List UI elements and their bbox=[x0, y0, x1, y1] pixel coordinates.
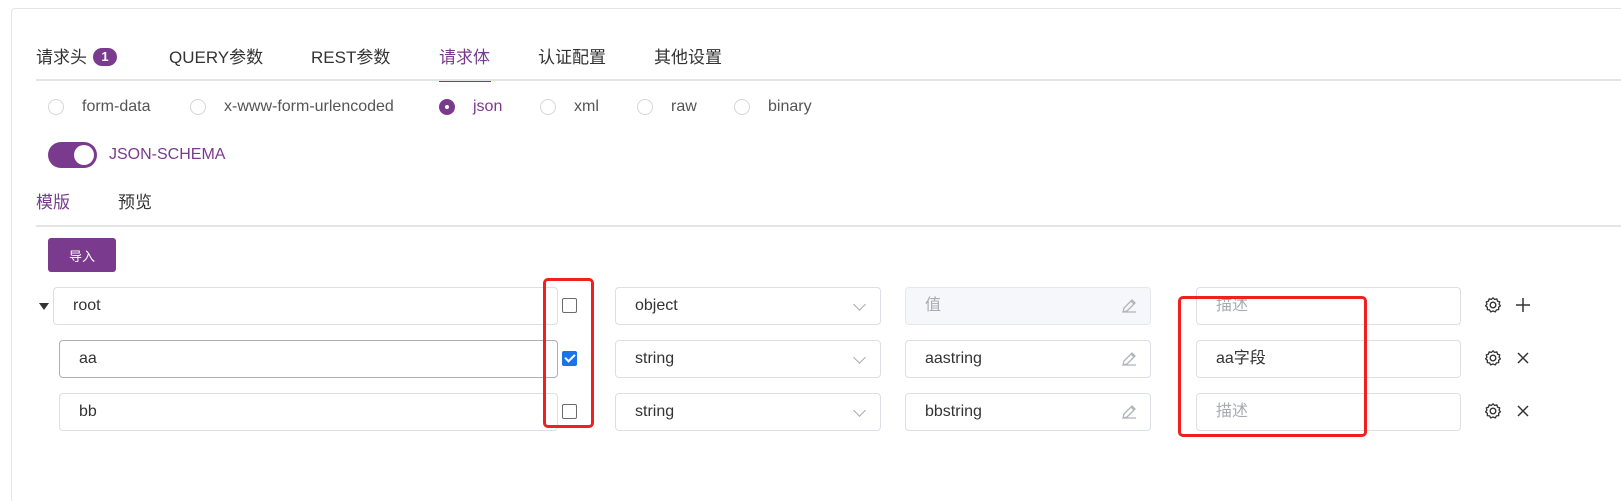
tab-rest-params[interactable]: REST参数 bbox=[311, 40, 439, 80]
edit-pencil-icon[interactable] bbox=[1120, 297, 1138, 315]
gear-icon[interactable] bbox=[1484, 402, 1502, 420]
required-checkbox[interactable] bbox=[562, 351, 577, 366]
gear-icon[interactable] bbox=[1484, 349, 1502, 367]
subtabs-divider bbox=[36, 225, 1621, 227]
chevron-down-icon bbox=[853, 298, 866, 311]
tab-auth-config[interactable]: 认证配置 bbox=[538, 40, 654, 80]
radio-circle bbox=[48, 99, 64, 115]
radio-circle bbox=[540, 99, 556, 115]
radio-json[interactable]: json bbox=[439, 98, 540, 116]
switch-knob bbox=[74, 145, 94, 165]
field-name-input[interactable]: bb bbox=[59, 393, 558, 431]
radio-circle bbox=[190, 99, 206, 115]
gear-icon[interactable] bbox=[1484, 296, 1502, 314]
radio-x-www-form-urlencoded[interactable]: x-www-form-urlencoded bbox=[190, 98, 439, 116]
tab-other-settings[interactable]: 其他设置 bbox=[654, 40, 734, 80]
required-checkbox[interactable] bbox=[562, 298, 577, 313]
field-name-input[interactable]: root bbox=[53, 287, 558, 325]
schema-row-bb: bb string bbstring 描述 bbox=[0, 393, 1621, 431]
schema-subtabs: 模版 预览 bbox=[36, 190, 152, 216]
chevron-down-icon bbox=[853, 351, 866, 364]
edit-pencil-icon[interactable] bbox=[1120, 350, 1138, 368]
import-button[interactable]: 导入 bbox=[48, 238, 116, 272]
description-input[interactable]: aa字段 bbox=[1196, 340, 1461, 378]
tab-headers[interactable]: 请求头 1 bbox=[36, 40, 169, 80]
description-input[interactable]: 描述 bbox=[1196, 287, 1461, 325]
tab-preview[interactable]: 预览 bbox=[118, 190, 152, 216]
required-checkbox[interactable] bbox=[562, 404, 577, 419]
tab-request-body[interactable]: 请求体 bbox=[439, 40, 491, 82]
radio-raw[interactable]: raw bbox=[637, 98, 734, 116]
radio-circle bbox=[734, 99, 750, 115]
json-schema-toggle-group: JSON-SCHEMA bbox=[48, 142, 225, 168]
request-tabs: 请求头 1 QUERY参数 REST参数 请求体 认证配置 其他设置 bbox=[36, 40, 734, 82]
body-type-radio-group: form-data x-www-form-urlencoded json xml… bbox=[48, 96, 824, 118]
schema-row-root: root object 值 描述 bbox=[0, 287, 1621, 325]
field-name-input[interactable]: aa bbox=[59, 340, 558, 378]
json-schema-switch[interactable] bbox=[48, 142, 97, 168]
tab-query-params[interactable]: QUERY参数 bbox=[169, 40, 311, 80]
value-input[interactable]: 值 bbox=[905, 287, 1151, 325]
schema-row-aa: aa string aastring aa字段 bbox=[0, 340, 1621, 378]
radio-circle bbox=[637, 99, 653, 115]
description-input[interactable]: 描述 bbox=[1196, 393, 1461, 431]
radio-binary[interactable]: binary bbox=[734, 98, 824, 116]
tab-template[interactable]: 模版 bbox=[36, 190, 118, 216]
radio-xml[interactable]: xml bbox=[540, 98, 637, 116]
radio-form-data[interactable]: form-data bbox=[48, 98, 190, 116]
close-icon[interactable] bbox=[1514, 402, 1532, 420]
edit-pencil-icon[interactable] bbox=[1120, 403, 1138, 421]
chevron-down-icon bbox=[853, 404, 866, 417]
collapse-caret-icon[interactable] bbox=[39, 303, 49, 310]
headers-count-badge: 1 bbox=[93, 48, 117, 66]
close-icon[interactable] bbox=[1514, 349, 1532, 367]
tabs-divider bbox=[36, 79, 1621, 81]
json-schema-label: JSON-SCHEMA bbox=[109, 146, 226, 163]
value-input[interactable]: aastring bbox=[905, 340, 1151, 378]
radio-circle-checked bbox=[439, 99, 455, 115]
type-select[interactable]: string bbox=[615, 340, 881, 378]
add-icon[interactable] bbox=[1514, 296, 1532, 314]
type-select[interactable]: object bbox=[615, 287, 881, 325]
type-select[interactable]: string bbox=[615, 393, 881, 431]
value-input[interactable]: bbstring bbox=[905, 393, 1151, 431]
